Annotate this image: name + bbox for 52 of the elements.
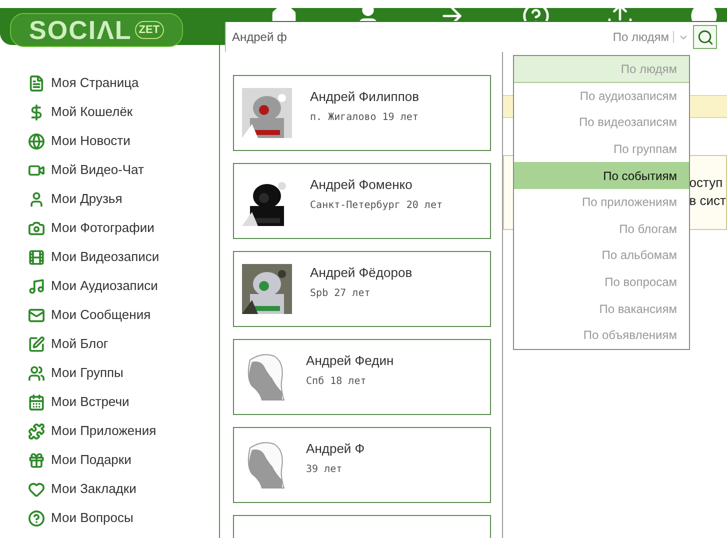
sidebar-item[interactable]: Мои Приложения: [28, 421, 220, 441]
pencil-icon: [28, 336, 45, 352]
sidebar-item[interactable]: Мои Группы: [28, 363, 220, 383]
heart-icon: [28, 480, 45, 498]
person-details: Spb 27 лет: [310, 286, 372, 301]
sidebar-item[interactable]: Мои Фотографии: [28, 218, 220, 238]
sidebar-item[interactable]: Мой Видео-Чат: [28, 160, 220, 180]
logo-wordmark: SOCIΛL: [29, 16, 132, 44]
person-name[interactable]: Андрей Филиппов: [310, 87, 420, 107]
logo-badge: ZET: [134, 21, 164, 39]
envelope-icon: [28, 306, 45, 324]
puzzle-icon: [28, 422, 45, 440]
notice-text: оступ: [689, 174, 724, 192]
sidebar-item[interactable]: Мой Кошелёк: [28, 102, 220, 122]
person-name[interactable]: Андрей Ф: [306, 439, 365, 459]
film-icon: [28, 248, 45, 266]
sidebar-item[interactable]: Мои Закладки: [28, 479, 220, 499]
sidebar-item[interactable]: Мои Видеозаписи: [28, 247, 220, 267]
calendar-icon: [28, 394, 45, 410]
person-name[interactable]: Андрей Фоменко: [310, 175, 442, 195]
person-name[interactable]: Андрей Федин: [306, 351, 394, 371]
person-card[interactable]: Андрей Ф 39 лет: [233, 427, 492, 503]
people-icon: [28, 364, 45, 382]
person-card[interactable]: Андрей Фёдоров Spb 27 лет: [233, 251, 492, 327]
page-icon: [28, 74, 45, 92]
sidebar-item[interactable]: Мои Новости: [28, 131, 220, 151]
person-details: Санкт-Петербург 20 лет: [310, 198, 442, 213]
question-icon: [28, 510, 45, 526]
person-card[interactable]: Андрей Филиппов п. Жигалово 19 лет: [233, 75, 492, 151]
person-details: 39 лет: [306, 462, 344, 477]
person-details: Спб 18 лет: [306, 374, 368, 389]
person-icon: [28, 190, 45, 208]
music-note-icon: [28, 278, 45, 294]
sidebar-item[interactable]: Мои Встречи: [28, 392, 220, 412]
scope-option[interactable]: По событиям: [514, 162, 689, 189]
person-details: п. Жигалово 19 лет: [310, 110, 420, 125]
camera-icon: [28, 220, 45, 236]
sidebar-item[interactable]: Мой Блог: [28, 334, 220, 354]
person-name[interactable]: Андрей Фёдоров: [310, 263, 412, 283]
sidebar-item[interactable]: Мои Вопросы: [28, 508, 220, 528]
person-card[interactable]: Андрей Федин Спб 18 лет: [233, 339, 492, 415]
sidebar-item[interactable]: Мои Аудиозаписи: [28, 276, 220, 296]
gift-icon: [28, 452, 45, 468]
notice-text: в сист: [689, 192, 726, 210]
search-icon: [696, 28, 714, 46]
search-field[interactable]: Андрей ф: [225, 22, 613, 52]
globe-icon: [28, 132, 45, 150]
sidebar-item[interactable]: Мои Друзья: [28, 189, 220, 209]
person-card[interactable]: Андрей Фоменко Санкт-Петербург 20 лет: [233, 163, 492, 239]
sidebar-item[interactable]: Мои Подарки: [28, 450, 220, 470]
sidebar-item[interactable]: Мои Сообщения: [28, 305, 220, 325]
sidebar-item[interactable]: Моя Страница: [28, 73, 220, 93]
